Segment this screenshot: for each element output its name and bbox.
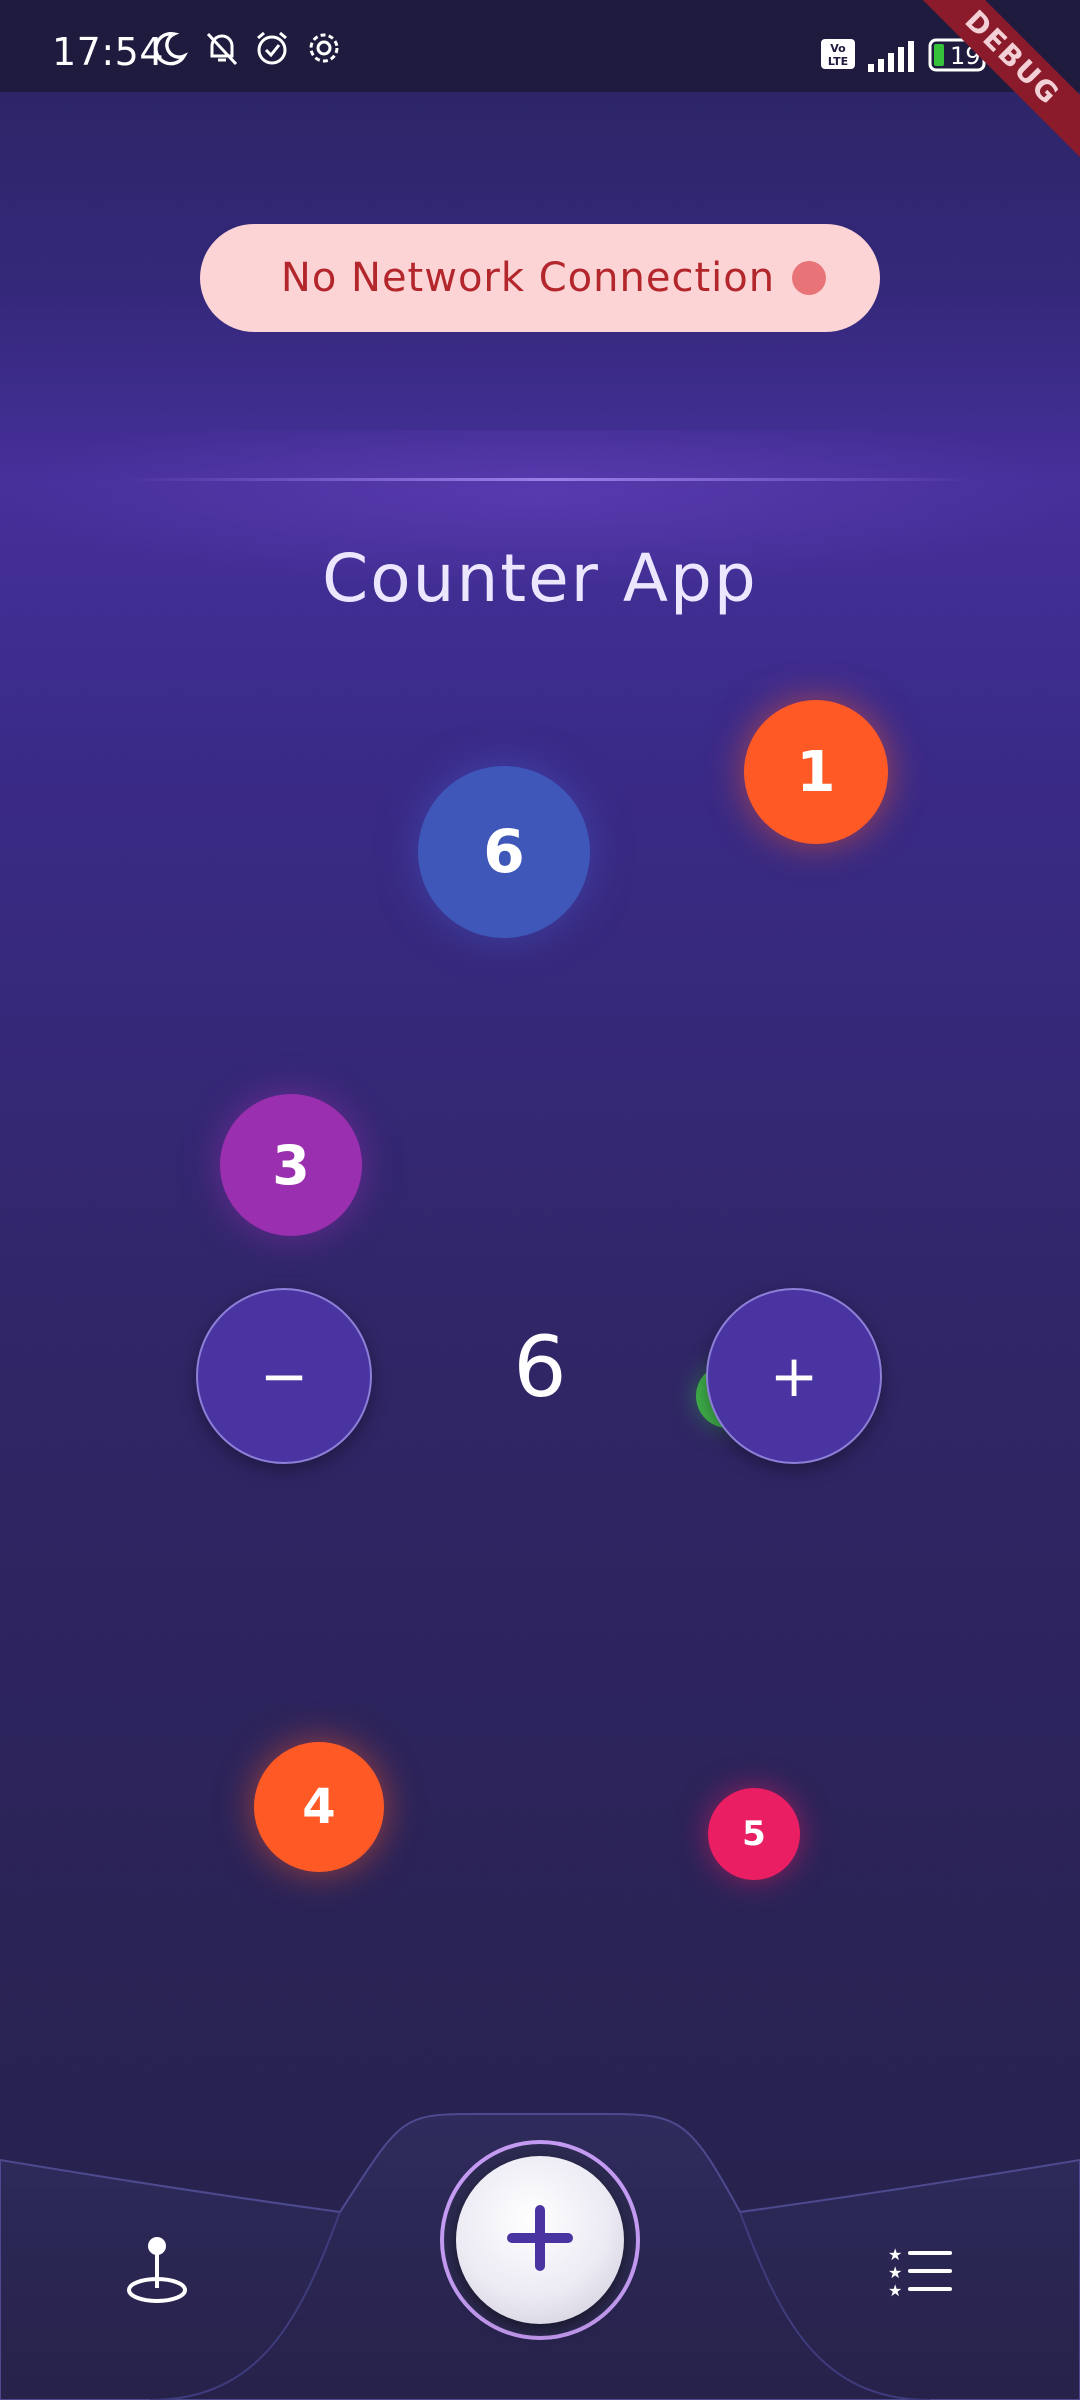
header-divider xyxy=(124,478,976,481)
status-bar: 17:54 Vo LTE 19 xyxy=(0,0,1080,92)
network-status-text: No Network Connection xyxy=(280,255,776,301)
floating-ball-3[interactable]: 3 xyxy=(220,1094,362,1236)
increment-button[interactable]: + xyxy=(706,1288,882,1464)
floating-ball-label: 3 xyxy=(272,1133,310,1197)
add-icon xyxy=(505,2203,575,2277)
alarm-icon xyxy=(252,28,292,68)
svg-text:★: ★ xyxy=(888,2281,902,2300)
floating-ball-label: 1 xyxy=(796,739,836,805)
settings-icon xyxy=(304,28,344,68)
floating-ball-5[interactable]: 5 xyxy=(708,1788,800,1880)
svg-text:Vo: Vo xyxy=(830,42,846,55)
starred-list-icon[interactable]: ★ ★ ★ xyxy=(888,2245,954,2304)
signal-icon xyxy=(866,40,916,72)
network-status-banner: No Network Connection xyxy=(200,224,880,332)
svg-text:★: ★ xyxy=(888,2263,902,2282)
app-title: Counter App xyxy=(322,540,758,617)
floating-ball-label: 4 xyxy=(302,1779,336,1835)
svg-text:LTE: LTE xyxy=(828,55,848,68)
increment-label: + xyxy=(769,1342,819,1410)
counter-value: 6 xyxy=(513,1318,567,1416)
decrement-label: − xyxy=(259,1342,309,1410)
volte-icon: Vo LTE xyxy=(820,38,856,70)
svg-text:★: ★ xyxy=(888,2246,902,2264)
status-time: 17:54 xyxy=(52,30,165,74)
floating-ball-1[interactable]: 1 xyxy=(744,700,888,844)
decrement-button[interactable]: − xyxy=(196,1288,372,1464)
network-status-dot xyxy=(792,261,826,295)
bell-off-icon xyxy=(202,28,242,68)
location-pin-icon[interactable] xyxy=(124,2236,190,2310)
floating-ball-label: 5 xyxy=(742,1814,766,1854)
moon-icon xyxy=(150,28,190,68)
floating-ball-label: 6 xyxy=(483,817,525,887)
floating-ball-6[interactable]: 6 xyxy=(418,766,590,938)
add-button[interactable] xyxy=(456,2156,624,2324)
floating-ball-4[interactable]: 4 xyxy=(254,1742,384,1872)
